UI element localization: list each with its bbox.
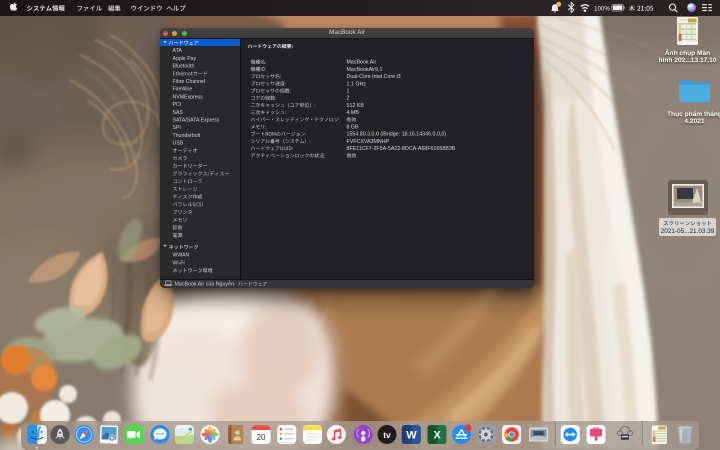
svg-text:1: 1 <box>347 89 350 95</box>
svg-text:W: W <box>406 430 417 442</box>
svg-text:ATA: ATA <box>173 48 183 54</box>
svg-text:FVFCXVA3MNHP: FVFCXVA3MNHP <box>347 139 390 145</box>
svg-text:tv: tv <box>383 430 391 440</box>
svg-text:Wi-Fi: Wi-Fi <box>173 261 185 267</box>
svg-text:2: 2 <box>347 96 350 102</box>
svg-text:8 GB: 8 GB <box>347 125 360 131</box>
svg-text:4 MB: 4 MB <box>347 110 360 116</box>
svg-text:512 KB: 512 KB <box>347 103 365 109</box>
svg-text:MacBookAir9,1: MacBookAir9,1 <box>347 67 383 73</box>
svg-text:SAS: SAS <box>173 110 184 116</box>
svg-text:SATA/SATA Express: SATA/SATA Express <box>173 118 220 124</box>
svg-text:100%: 100% <box>594 5 610 12</box>
svg-text:Apple Pay: Apple Pay <box>173 56 197 62</box>
svg-text:MacBook Air: MacBook Air <box>347 60 377 66</box>
svg-text:1554.80.3.0.0 (iBridge: 18.16.: 1554.80.3.0.0 (iBridge: 18.16.14346.0.0,… <box>347 132 447 138</box>
svg-text:1.1 GHz: 1.1 GHz <box>347 81 367 87</box>
svg-text:8FE11CF7-2F5A-5A22-8DCA-A68F61: 8FE11CF7-2F5A-5A22-8DCA-A68F61658B3B <box>347 146 456 152</box>
svg-text:MacBook Air của Nguyễn: MacBook Air của Nguyễn <box>175 281 235 288</box>
svg-text:NVMExpress: NVMExpress <box>173 94 204 100</box>
svg-text:›: › <box>233 282 235 288</box>
svg-text:WWAN: WWAN <box>173 253 190 259</box>
svg-text:SPI: SPI <box>173 125 181 131</box>
svg-text:PCI: PCI <box>173 102 182 108</box>
svg-text:FireWire: FireWire <box>173 87 193 93</box>
svg-text:20: 20 <box>257 433 266 442</box>
svg-text:Thunderbolt: Thunderbolt <box>173 133 201 139</box>
svg-text:Bluetooth: Bluetooth <box>173 64 195 70</box>
svg-text:USB: USB <box>173 141 184 147</box>
svg-text:Dual-Core Intel Core i3: Dual-Core Intel Core i3 <box>347 74 401 80</box>
svg-text:X: X <box>434 430 442 442</box>
svg-text:Fibre Channel: Fibre Channel <box>173 79 206 85</box>
